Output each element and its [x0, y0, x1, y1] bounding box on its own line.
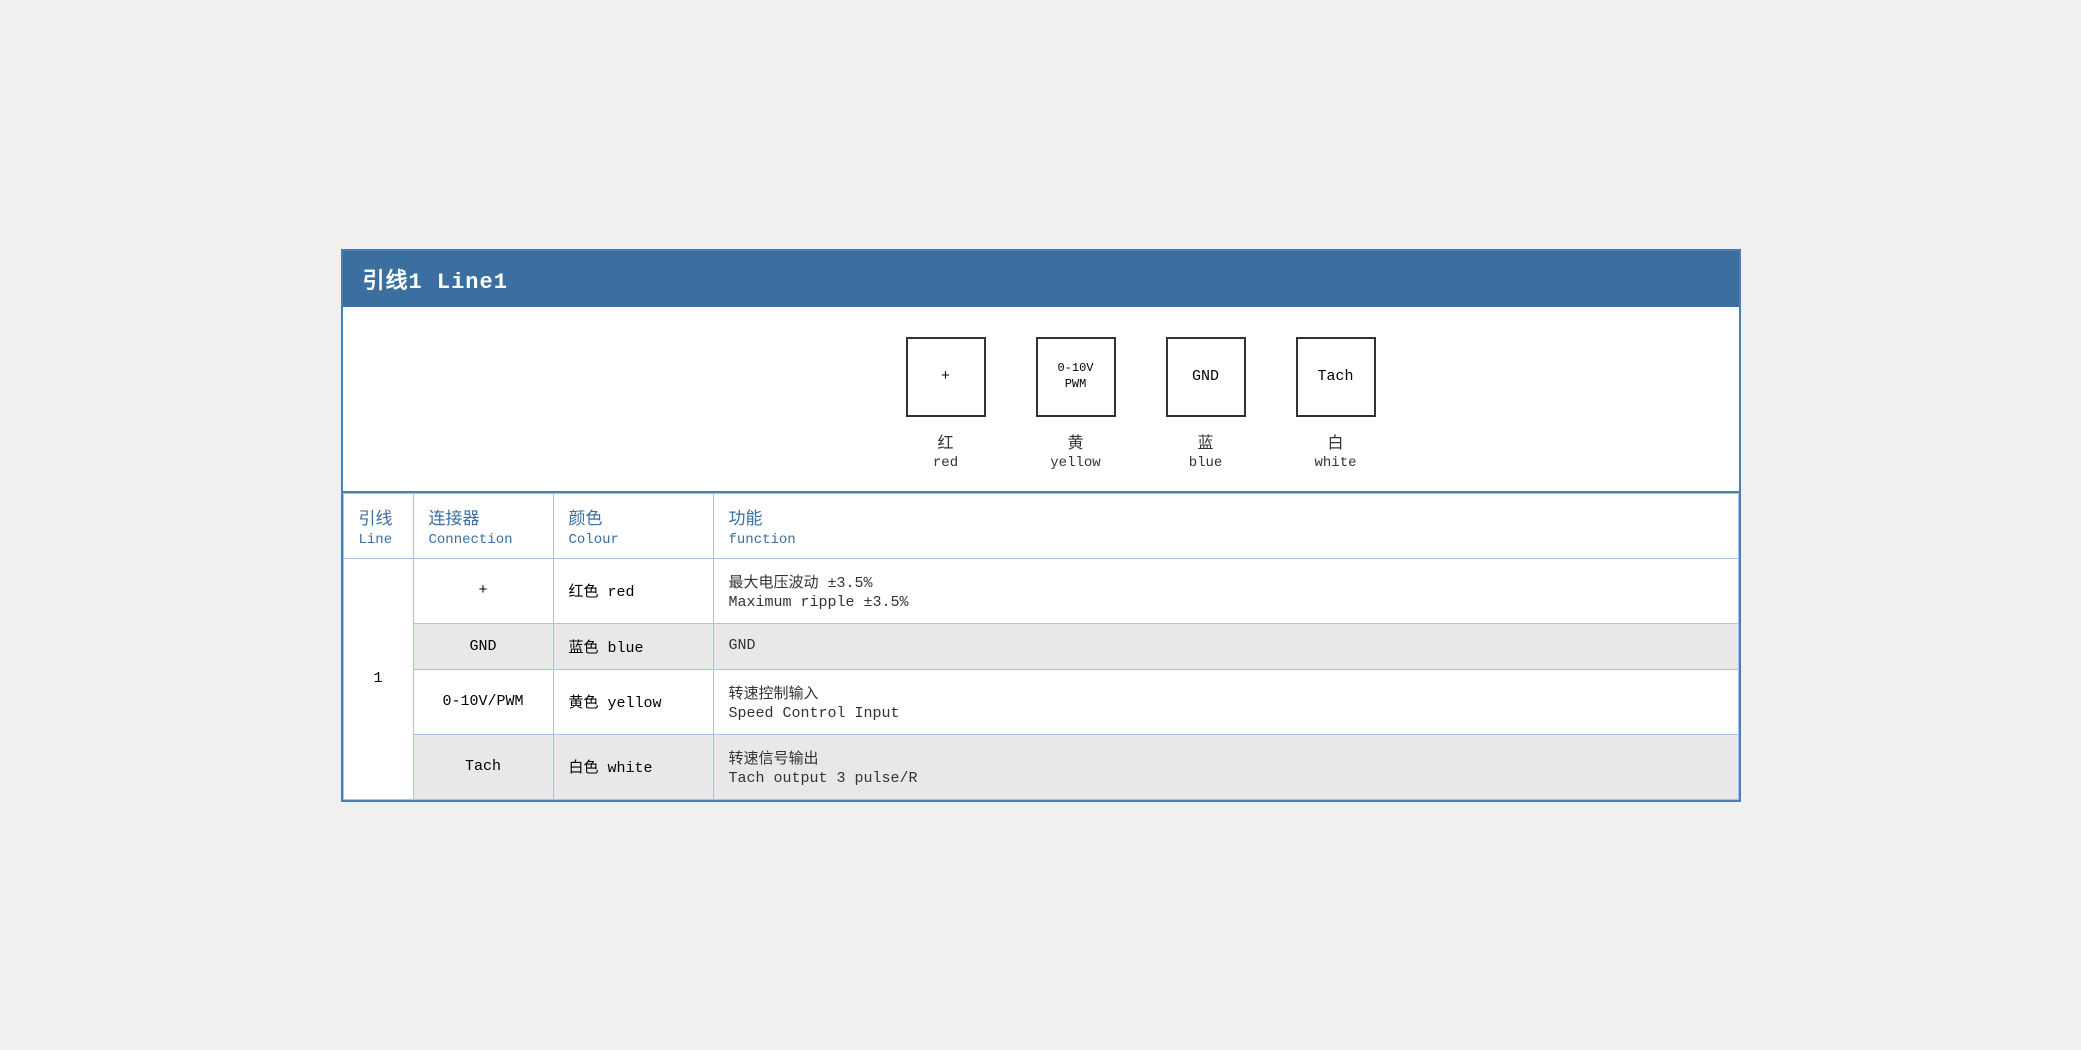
colour-cell-3: 白色 white: [553, 734, 713, 799]
function-cell-2: 转速控制输入 Speed Control Input: [713, 669, 1738, 734]
function-cell-3: 转速信号输出 Tach output 3 pulse/R: [713, 734, 1738, 799]
connector-label-zh-0: 红: [937, 429, 953, 453]
table-row-1: GND蓝色 blueGND: [343, 623, 1738, 669]
line-number-cell: 1: [343, 558, 413, 799]
connector-label-zh-1: 黄: [1067, 429, 1083, 453]
col-function-en: function: [729, 532, 1723, 548]
connector-box-3: Tach: [1296, 337, 1376, 417]
function-cell-1: GND: [713, 623, 1738, 669]
function-zh-3: 转速信号输出: [729, 747, 1723, 768]
table-row-3: Tach白色 white 转速信号输出 Tach output 3 pulse/R: [343, 734, 1738, 799]
connector-box-2: GND: [1166, 337, 1246, 417]
connector-label-en-3: white: [1314, 455, 1356, 471]
col-header-colour: 颜色 Colour: [553, 493, 713, 558]
page-header: 引线1 Line1: [343, 251, 1739, 307]
connection-cell-3: Tach: [413, 734, 553, 799]
connector-item-0: + 红 red: [906, 337, 986, 471]
colour-cell-0: 红色 red: [553, 558, 713, 623]
col-colour-en: Colour: [569, 532, 698, 548]
table-row-0: 1+红色 red最大电压波动 ±3.5%Maximum ripple ±3.5%: [343, 558, 1738, 623]
col-connection-zh: 连接器: [429, 504, 538, 530]
table-row-2: 0-10V/PWM黄色 yellow 转速控制输入 Speed Control In…: [343, 669, 1738, 734]
main-table: 引线 Line 连接器 Connection 颜色 Colour 功能 func…: [343, 493, 1739, 800]
main-container: 引线1 Line1 + 红 red 0-10VPWM 黄 yellow GND 蓝 blue Ta…: [341, 249, 1741, 802]
connection-cell-2: 0-10V/PWM: [413, 669, 553, 734]
col-colour-zh: 颜色: [569, 504, 698, 530]
connection-cell-1: GND: [413, 623, 553, 669]
col-function-zh: 功能: [729, 504, 1723, 530]
diagram-inner: + 红 red 0-10VPWM 黄 yellow GND 蓝 blue Tach 白 white: [881, 337, 1401, 471]
function-en-3: Tach output 3 pulse/R: [729, 770, 1723, 787]
connector-label-en-2: blue: [1189, 455, 1223, 471]
col-header-line: 引线 Line: [343, 493, 413, 558]
connection-cell-0: +: [413, 558, 553, 623]
function-zh-1: GND: [729, 637, 1723, 654]
function-en-2: Speed Control Input: [729, 705, 1723, 722]
header-title: 引线1 Line1: [363, 270, 508, 295]
function-en-0: Maximum ripple ±3.5%: [729, 594, 1723, 611]
connector-label-en-0: red: [933, 455, 958, 471]
function-zh-2: 转速控制输入: [729, 682, 1723, 703]
colour-cell-1: 蓝色 blue: [553, 623, 713, 669]
col-connection-en: Connection: [429, 532, 538, 548]
table-section: 引线 Line 连接器 Connection 颜色 Colour 功能 func…: [343, 493, 1739, 800]
table-body: 1+红色 red 最大电压波动 ±3.5% Maximum ripple ±3.5%…: [343, 558, 1738, 799]
connector-item-2: GND 蓝 blue: [1166, 337, 1246, 471]
connector-box-0: +: [906, 337, 986, 417]
connector-label-en-1: yellow: [1050, 455, 1100, 471]
col-header-function: 功能 function: [713, 493, 1738, 558]
function-cell-0: 最大电压波动 ±3.5% Maximum ripple ±3.5%: [713, 558, 1738, 623]
connector-label-zh-3: 白: [1327, 429, 1343, 453]
connector-symbol-1: 0-10VPWM: [1057, 361, 1093, 392]
connector-box-1: 0-10VPWM: [1036, 337, 1116, 417]
colour-cell-2: 黄色 yellow: [553, 669, 713, 734]
connector-item-1: 0-10VPWM 黄 yellow: [1036, 337, 1116, 471]
col-line-zh: 引线: [359, 504, 398, 530]
connector-label-zh-2: 蓝: [1197, 429, 1213, 453]
table-header-row: 引线 Line 连接器 Connection 颜色 Colour 功能 func…: [343, 493, 1738, 558]
function-zh-0: 最大电压波动 ±3.5%: [729, 571, 1723, 592]
diagram-section: + 红 red 0-10VPWM 黄 yellow GND 蓝 blue Tach 白 white: [343, 307, 1739, 493]
connector-item-3: Tach 白 white: [1296, 337, 1376, 471]
col-header-connection: 连接器 Connection: [413, 493, 553, 558]
col-line-en: Line: [359, 532, 398, 548]
